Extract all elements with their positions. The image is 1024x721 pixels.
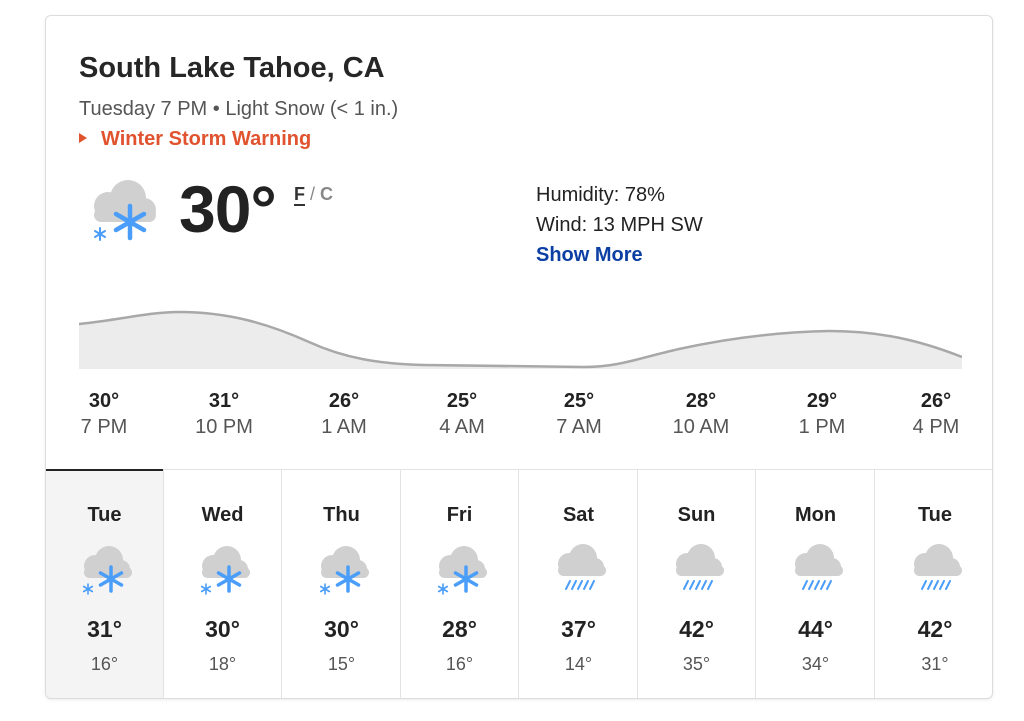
rain-icon: [558, 544, 606, 590]
day-high: 42°: [917, 616, 953, 642]
rain-icon: [676, 544, 724, 590]
day-low: 35°: [682, 654, 711, 674]
hour-time: 4 AM: [439, 416, 485, 438]
wind-text: Wind: 13 MPH SW: [536, 214, 703, 236]
day-tab-mon[interactable]: Mon 44° 34°: [757, 470, 875, 698]
caret-right-icon: [79, 132, 87, 143]
hour-time: 10 AM: [672, 416, 730, 438]
day-tab-tue[interactable]: Tue 31° 16°: [46, 469, 164, 698]
unit-separator: /: [310, 184, 316, 204]
hour-temp: 29°: [806, 390, 838, 412]
day-high: 31°: [87, 616, 122, 642]
day-low: 34°: [801, 654, 830, 674]
day-low: 31°: [921, 654, 949, 674]
hour-item: 30° 7 PM: [59, 390, 149, 439]
hourly-temperature-curve: [79, 310, 962, 369]
day-low: 16°: [90, 654, 119, 674]
hour-item: 25° 4 AM: [417, 390, 507, 439]
day-low: 15°: [327, 654, 356, 674]
hour-item: 28° 10 AM: [656, 390, 746, 439]
current-temperature: 30°: [179, 172, 277, 246]
day-high: 44°: [798, 616, 833, 642]
current-details: Humidity: 78% Wind: 13 MPH SW Show More: [536, 180, 703, 270]
hour-item: 26° 1 AM: [299, 390, 389, 439]
day-high: 30°: [205, 616, 240, 642]
weather-card: South Lake Tahoe, CA Tuesday 7 PM • Ligh…: [45, 15, 993, 699]
snow-icon: [200, 546, 250, 595]
day-high: 37°: [561, 616, 596, 642]
snow-icon: [319, 546, 369, 595]
hour-temp: 26°: [920, 390, 952, 412]
day-tab-sun[interactable]: Sun 42° 35°: [638, 470, 756, 698]
hour-temp: 30°: [88, 390, 120, 412]
snow-icon: [437, 546, 487, 595]
conditions-summary: Tuesday 7 PM • Light Snow (< 1 in.): [79, 98, 399, 120]
day-name: Tue: [87, 504, 122, 526]
day-tab-sat[interactable]: Sat 37° 14°: [520, 470, 638, 698]
hour-time: 10 PM: [195, 416, 253, 438]
hour-item: 31° 10 PM: [179, 390, 269, 439]
day-name: Fri: [446, 504, 473, 526]
day-name: Wed: [201, 504, 244, 526]
hour-time: 1 PM: [798, 416, 846, 438]
hour-temp: 25°: [446, 390, 478, 412]
day-high: 30°: [324, 616, 359, 642]
show-more-link[interactable]: Show More: [536, 240, 703, 270]
day-name: Thu: [323, 504, 360, 526]
celsius-toggle[interactable]: C: [320, 184, 333, 204]
day-tab-fri[interactable]: Fri 28° 16°: [401, 470, 519, 698]
hour-item: 25° 7 AM: [534, 390, 624, 439]
hour-time: 4 PM: [912, 416, 960, 438]
alert-label: Winter Storm Warning: [101, 128, 312, 150]
hour-time: 1 AM: [321, 416, 367, 438]
rain-icon: [795, 544, 843, 590]
day-high: 42°: [679, 616, 714, 642]
unit-toggle: F / C: [294, 184, 333, 206]
day-name: Tue: [917, 504, 953, 526]
day-low: 16°: [445, 654, 474, 674]
humidity-text: Humidity: 78%: [536, 184, 665, 206]
day-tab-tue-next[interactable]: Tue 42° 31°: [876, 470, 992, 698]
day-name: Mon: [794, 504, 837, 526]
hour-item: 26° 4 PM: [891, 390, 981, 439]
hour-temp: 26°: [328, 390, 360, 412]
day-low: 18°: [208, 654, 237, 674]
day-name: Sat: [562, 504, 595, 526]
daily-forecast: Tue 31° 16° Wed 30° 18° Thu 30° 15° Fri …: [46, 469, 992, 698]
rain-icon: [914, 544, 962, 590]
day-name: Sun: [677, 504, 716, 526]
day-high: 28°: [442, 616, 477, 642]
fahrenheit-toggle[interactable]: F: [294, 184, 305, 206]
hourly-forecast: 30° 7 PM 31° 10 PM 26° 1 AM 25° 4 AM 25° 7 AM…: [79, 390, 962, 450]
hour-time: 7 PM: [80, 416, 128, 438]
snow-icon: [94, 180, 156, 241]
hour-temp: 28°: [685, 390, 717, 412]
hour-item: 29° 1 PM: [777, 390, 867, 439]
day-tab-wed[interactable]: Wed 30° 18°: [164, 470, 282, 698]
day-tab-thu[interactable]: Thu 30° 15°: [283, 470, 401, 698]
weather-alert-link[interactable]: Winter Storm Warning: [79, 128, 311, 151]
location-title: South Lake Tahoe, CA: [79, 52, 385, 84]
hour-time: 7 AM: [556, 416, 602, 438]
day-low: 14°: [564, 654, 593, 674]
snow-icon: [82, 546, 132, 595]
hour-temp: 25°: [563, 390, 595, 412]
hour-temp: 31°: [208, 390, 240, 412]
